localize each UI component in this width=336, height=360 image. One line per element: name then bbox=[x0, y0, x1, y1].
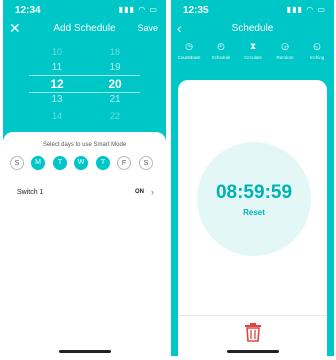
divider bbox=[178, 315, 327, 316]
hour-option[interactable]: 13 bbox=[37, 92, 77, 108]
day-toggle[interactable]: T bbox=[53, 156, 67, 170]
hour-option[interactable]: 11 bbox=[37, 60, 77, 76]
stopwatch-icon: ◵ bbox=[313, 41, 321, 51]
tab-countdown[interactable]: ◷ Countdown bbox=[173, 40, 205, 60]
time-picker[interactable]: 10 11 12 13 14 18 19 20 21 22 bbox=[3, 44, 166, 136]
countdown-dial: 08:59:59 Reset bbox=[197, 142, 311, 256]
hourglass-icon: ⧗ bbox=[249, 41, 257, 51]
switch-label: Switch 1 bbox=[17, 189, 44, 196]
status-time: 12:34 bbox=[15, 5, 41, 16]
save-button[interactable]: Save bbox=[137, 23, 158, 33]
nav-bar: ‹ Schedule bbox=[171, 18, 334, 40]
clock-icon: ◷ bbox=[185, 41, 193, 51]
switch-state: ON bbox=[135, 189, 144, 195]
hour-wheel[interactable]: 10 11 12 13 14 bbox=[37, 44, 77, 124]
tab-label: Circulate bbox=[244, 55, 262, 60]
chevron-right-icon: › bbox=[151, 187, 154, 197]
minute-option[interactable]: 21 bbox=[95, 92, 135, 108]
countdown-timer: 08:59:59 bbox=[215, 182, 293, 203]
tab-label: Countdown bbox=[177, 55, 201, 60]
page-title: Schedule bbox=[231, 23, 274, 34]
minute-wheel[interactable]: 18 19 20 21 22 bbox=[95, 44, 135, 124]
timer-icon: ◶ bbox=[281, 41, 289, 51]
status-bar: 12:35 ▮▮▮ ◠ ▭ bbox=[171, 0, 334, 20]
trash-icon[interactable] bbox=[244, 322, 262, 342]
minute-option[interactable]: 18 bbox=[95, 44, 135, 60]
tab-circulate[interactable]: ⧗ Circulate bbox=[237, 40, 269, 60]
day-selector: S M T W T F S bbox=[10, 156, 159, 172]
home-indicator bbox=[226, 350, 279, 353]
switch-row[interactable]: Switch 1 ON › bbox=[17, 186, 154, 202]
status-bar: 12:34 ▮▮▮ ◠ ▭ bbox=[3, 0, 166, 20]
schedule-screen: 12:35 ▮▮▮ ◠ ▭ ‹ Schedule ◷ Countdown ◴ S… bbox=[171, 0, 334, 356]
hour-option[interactable]: 10 bbox=[37, 44, 77, 60]
status-time: 12:35 bbox=[183, 5, 209, 16]
tab-label: Schedule bbox=[211, 55, 231, 60]
minute-option[interactable]: 22 bbox=[95, 108, 135, 124]
day-toggle[interactable]: M bbox=[31, 156, 45, 170]
countdown-panel: 08:59:59 Reset bbox=[178, 80, 327, 356]
tab-random[interactable]: ◶ Random bbox=[269, 40, 301, 60]
home-indicator bbox=[58, 350, 111, 353]
tab-label: Random bbox=[276, 55, 294, 60]
status-icons: ▮▮▮ ◠ ▭ bbox=[118, 5, 158, 14]
add-schedule-screen: 12:34 ▮▮▮ ◠ ▭ ✕ Add Schedule Save 10 11 … bbox=[3, 0, 166, 356]
days-caption: Select days to use Smart Mode bbox=[42, 142, 127, 148]
tab-label: Inching bbox=[309, 55, 325, 60]
day-toggle[interactable]: T bbox=[96, 156, 110, 170]
hour-selected[interactable]: 12 bbox=[37, 76, 77, 92]
minute-selected[interactable]: 20 bbox=[95, 76, 135, 92]
calendar-clock-icon: ◴ bbox=[217, 41, 225, 51]
reset-button[interactable]: Reset bbox=[197, 208, 311, 217]
hour-option[interactable]: 14 bbox=[37, 108, 77, 124]
mode-tabs: ◷ Countdown ◴ Schedule ⧗ Circulate ◶ Ran… bbox=[171, 40, 334, 68]
day-toggle[interactable]: W bbox=[74, 156, 88, 170]
day-toggle[interactable]: S bbox=[139, 156, 153, 170]
day-toggle[interactable]: F bbox=[117, 156, 131, 170]
tab-schedule[interactable]: ◴ Schedule bbox=[205, 40, 237, 60]
day-toggle[interactable]: S bbox=[10, 156, 24, 170]
status-icons: ▮▮▮ ◠ ▭ bbox=[286, 5, 326, 14]
minute-option[interactable]: 19 bbox=[95, 60, 135, 76]
tab-inching[interactable]: ◵ Inching bbox=[301, 40, 333, 60]
nav-bar: ✕ Add Schedule Save bbox=[3, 18, 166, 40]
days-sheet: Select days to use Smart Mode S M T W T … bbox=[3, 132, 166, 356]
